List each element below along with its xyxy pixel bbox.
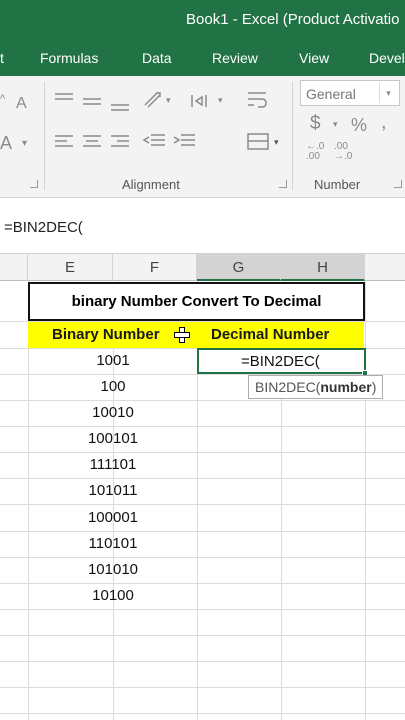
decimal-number-header[interactable]: Decimal Number [211,326,329,343]
font-size-arrow-icon: ^ [0,93,6,105]
middle-align-icon[interactable] [82,94,102,110]
accounting-format-button[interactable]: $ [310,114,321,133]
indent-dropdown-icon[interactable]: ▾ [218,96,223,105]
decrease-indent-icon[interactable] [142,133,166,151]
binary-value-cell[interactable]: 110101 [28,535,198,552]
indent-text-icon[interactable] [190,92,212,110]
column-header-d[interactable] [0,254,28,281]
function-tooltip[interactable]: BIN2DEC(number) [248,375,384,399]
formula-bar[interactable]: =BIN2DEC( [0,198,405,254]
font-group-launcher-icon[interactable] [30,180,38,188]
align-right-icon[interactable] [110,134,130,150]
column-header-h[interactable]: H [281,254,365,281]
accounting-dropdown-icon[interactable]: ▾ [333,120,338,129]
tab-insert[interactable]: t [0,50,4,66]
bottom-align-icon[interactable] [110,96,130,112]
tab-review[interactable]: Review [212,50,258,66]
increase-decimal-button[interactable]: ←.0 .00 [306,142,324,162]
active-cell-text[interactable]: =BIN2DEC( [241,353,320,370]
binary-value-cell[interactable]: 101011 [28,482,198,499]
window-title: Book1 - Excel (Product Activatio [186,11,400,28]
align-center-icon[interactable] [82,134,102,150]
column-header-i[interactable] [365,254,405,281]
number-group-launcher-icon[interactable] [394,180,402,188]
binary-value-cell[interactable]: 100 [28,378,198,395]
font-color-button[interactable]: A [0,134,12,152]
percent-style-button[interactable]: % [351,116,367,134]
table-title-cell[interactable]: binary Number Convert To Decimal [28,282,365,321]
title-bar: Book1 - Excel (Product Activatio [0,0,405,40]
number-group-label: Number [314,177,361,192]
binary-value-cell[interactable]: 1001 [28,352,198,369]
increase-indent-icon[interactable] [172,133,196,151]
binary-value-cell[interactable]: 10100 [28,587,198,604]
merge-center-icon[interactable] [246,132,270,152]
ribbon: ^ A A ▾ ▾ ▾ ▾ Alignment General ▾ $ ▾ % … [0,76,405,198]
column-header-g[interactable]: G [197,254,281,281]
ribbon-tabs: t Formulas Data Review View Devel [0,40,405,76]
column-header-f[interactable]: F [113,254,197,281]
wrap-text-icon[interactable] [246,90,268,112]
ribbon-divider [44,82,45,190]
comma-style-button[interactable]: , [381,112,387,132]
orientation-icon[interactable] [142,90,164,110]
binary-value-cell[interactable]: 101010 [28,561,198,578]
binary-value-cell[interactable]: 111101 [28,456,198,473]
number-format-value: General [306,86,356,102]
tab-data[interactable]: Data [142,50,172,66]
align-left-icon[interactable] [54,134,74,150]
tooltip-close-paren: ) [371,379,377,395]
number-format-select[interactable]: General ▾ [300,80,400,106]
increase-font-size-button[interactable]: A [16,96,27,112]
top-align-icon[interactable] [54,92,74,108]
alignment-group-label: Alignment [122,177,180,192]
tab-developer[interactable]: Devel [369,50,405,66]
alignment-group-launcher-icon[interactable] [279,180,287,188]
tooltip-argument[interactable]: number [320,379,371,395]
binary-value-cell[interactable]: 100001 [28,509,198,526]
binary-value-cell[interactable]: 100101 [28,430,198,447]
ribbon-divider [292,82,293,190]
cell-cursor-icon [174,327,190,343]
tab-formulas[interactable]: Formulas [40,50,98,66]
orientation-dropdown-icon[interactable]: ▾ [166,96,171,105]
active-cell-g[interactable]: =BIN2DEC( [197,348,368,376]
tab-view[interactable]: View [299,50,329,66]
merge-dropdown-icon[interactable]: ▾ [274,138,279,147]
decrease-decimal-button[interactable]: .00 →.0 [334,142,352,162]
column-headers: E F G H [0,254,405,281]
binary-value-cell[interactable]: 10010 [28,404,198,421]
column-header-e[interactable]: E [28,254,113,281]
tooltip-function-name[interactable]: BIN2DEC( [255,379,320,395]
font-color-dropdown-icon[interactable]: ▾ [22,139,27,149]
binary-number-header[interactable]: Binary Number [52,326,160,343]
number-format-dropdown-icon[interactable]: ▾ [379,83,397,103]
formula-bar-text[interactable]: =BIN2DEC( [4,219,83,236]
